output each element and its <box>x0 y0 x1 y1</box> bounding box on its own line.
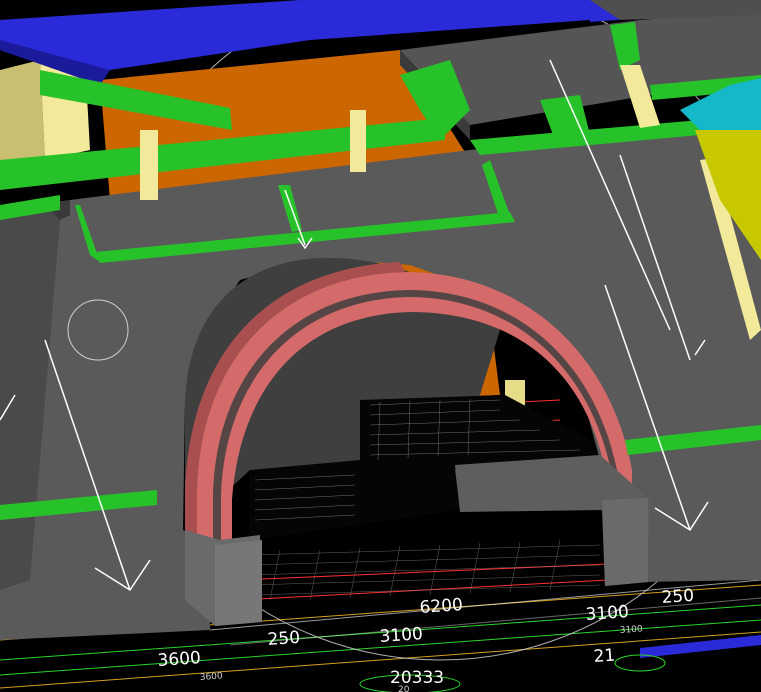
arch-base-left-front <box>215 540 262 626</box>
dimension-3600: 3600 <box>157 648 202 671</box>
dimension-small-3600: 3600 <box>200 671 224 683</box>
dimension-250-right: 250 <box>661 586 695 608</box>
dimension-250-left: 250 <box>267 628 301 650</box>
dimension-small-3100: 3100 <box>620 624 644 636</box>
cream-panel-left <box>0 60 45 170</box>
model-canvas[interactable]: 6200 3100 250 250 3100 3600 21 20333 360… <box>0 0 761 692</box>
dimension-3100-left: 3100 <box>379 624 424 647</box>
dimension-small-20: 20 <box>398 685 410 692</box>
3d-model-viewport[interactable]: 6200 3100 250 250 3100 3600 21 20333 360… <box>0 0 761 692</box>
blue-bar-bottom-right <box>640 635 761 658</box>
dimension-21: 21 <box>593 646 616 667</box>
dimension-3100-right: 3100 <box>585 602 630 625</box>
arch-base-right-front <box>602 498 648 586</box>
dimension-6200: 6200 <box>419 595 464 618</box>
